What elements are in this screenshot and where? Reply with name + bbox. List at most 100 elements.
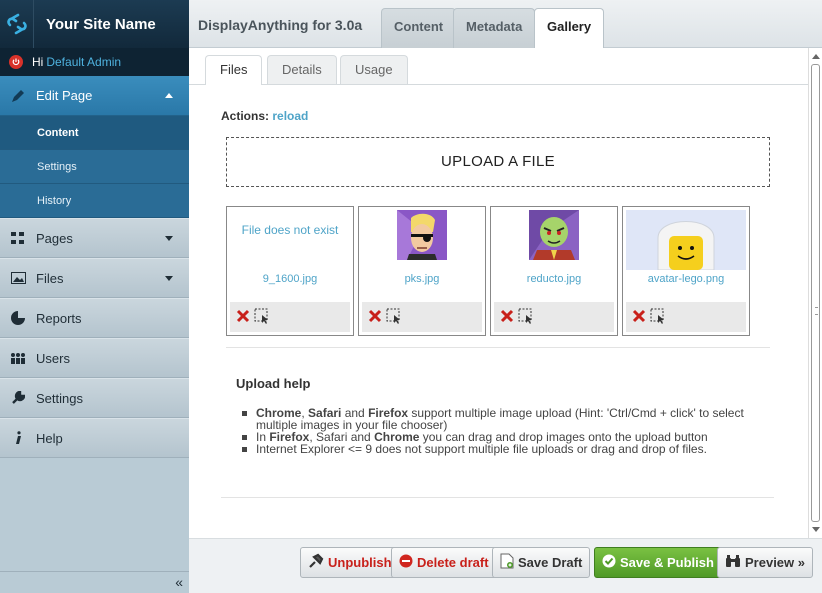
unpublish-icon <box>308 553 324 572</box>
site-name[interactable]: Your Site Name <box>34 16 156 33</box>
sidebar-item-reports[interactable]: Reports <box>0 298 189 338</box>
sidebar-item-users[interactable]: Users <box>0 338 189 378</box>
sidebar-item-label: Help <box>36 430 63 446</box>
sidebar-item-pages[interactable]: Pages <box>0 218 189 258</box>
file-name-link[interactable]: reducto.jpg <box>491 273 617 285</box>
info-icon <box>10 431 26 445</box>
help-text: Internet Explorer <= 9 does not support … <box>256 442 707 456</box>
scroll-grip <box>815 307 818 315</box>
minus-circle-icon <box>399 554 413 571</box>
pencil-icon <box>10 88 26 104</box>
scroll-up-icon[interactable] <box>812 54 820 59</box>
sidebar-subitem-history[interactable]: History <box>0 184 189 218</box>
file-card: pks.jpg <box>358 206 486 336</box>
binoculars-icon <box>725 554 741 571</box>
sidebar-item-files[interactable]: Files <box>0 258 189 298</box>
subtab-divider <box>189 84 808 85</box>
content-panel: Files Details Usage Actions: reload UPLO… <box>189 48 808 538</box>
logout-icon[interactable] <box>9 55 23 69</box>
sidebar-subitem-content[interactable]: Content <box>0 116 189 150</box>
document-add-icon <box>500 553 514 572</box>
users-icon <box>10 352 26 364</box>
thumbnail-pks[interactable] <box>362 210 482 270</box>
select-icon[interactable] <box>386 308 402 327</box>
sidebar-item-label: Reports <box>36 310 82 326</box>
file-name-link[interactable]: 9_1600.jpg <box>227 273 353 285</box>
button-label: Save & Publish <box>620 555 714 570</box>
sidebar-item-label: Files <box>36 270 64 286</box>
subtab-usage[interactable]: Usage <box>340 55 408 84</box>
file-toolbar <box>494 302 614 332</box>
user-profile-link[interactable]: Default Admin <box>46 55 121 69</box>
subtab-details[interactable]: Details <box>267 55 337 84</box>
sidebar-item-label: Users <box>36 350 70 366</box>
save-publish-button[interactable]: Save & Publish <box>594 547 722 578</box>
chevron-down-icon <box>165 235 173 241</box>
wrench-icon <box>10 391 26 405</box>
collapse-sidebar-button[interactable]: « <box>0 571 189 593</box>
section-divider <box>221 497 774 498</box>
upload-help-title: Upload help <box>236 376 311 391</box>
chevron-down-icon <box>165 275 173 281</box>
vertical-scrollbar[interactable] <box>808 48 822 538</box>
file-card: File does not exist 9_1600.jpg <box>226 206 354 336</box>
sidebar-item-label: Edit Page <box>36 88 93 103</box>
file-name-link[interactable]: avatar-lego.png <box>623 273 749 285</box>
sidebar-subitem-label: Settings <box>37 160 77 173</box>
delete-icon[interactable] <box>368 309 382 326</box>
help-item: Chrome, Safari and Firefox support multi… <box>242 407 762 431</box>
sidebar-item-label: Settings <box>36 390 83 406</box>
logo-icon[interactable] <box>0 0 34 48</box>
sidebar: Your Site Name Hi Default Admin Edit Pag… <box>0 0 189 593</box>
thumbnail-avatar-lego[interactable] <box>626 210 746 271</box>
delete-draft-button[interactable]: Delete draft <box>391 547 497 578</box>
sidebar-item-help[interactable]: Help <box>0 418 189 458</box>
pie-chart-icon <box>10 311 26 325</box>
actions-label: Actions: <box>221 109 269 123</box>
action-bar: Unpublish Delete draft Save Draft Save &… <box>189 538 822 593</box>
sidebar-subitem-label: Content <box>37 126 79 139</box>
sidebar-item-settings[interactable]: Settings <box>0 378 189 418</box>
delete-icon[interactable] <box>632 309 646 326</box>
button-label: Save Draft <box>518 555 583 570</box>
thumbnail-reducto[interactable] <box>494 210 614 270</box>
sidebar-item-edit-page[interactable]: Edit Page <box>0 76 189 116</box>
unpublish-button[interactable]: Unpublish <box>300 547 400 578</box>
delete-icon[interactable] <box>500 309 514 326</box>
save-draft-button[interactable]: Save Draft <box>492 547 591 578</box>
button-label: Delete draft <box>417 555 489 570</box>
select-icon[interactable] <box>254 308 270 327</box>
subtab-files[interactable]: Files <box>205 55 263 85</box>
button-label: Unpublish <box>328 555 392 570</box>
chevron-up-icon <box>165 93 173 98</box>
button-label: Preview » <box>745 555 805 570</box>
file-name-link[interactable]: pks.jpg <box>359 273 485 285</box>
upload-help-list: Chrome, Safari and Firefox support multi… <box>242 407 762 455</box>
user-bar: Hi Default Admin <box>0 48 189 76</box>
sidebar-subitem-settings[interactable]: Settings <box>0 150 189 184</box>
file-toolbar <box>230 302 350 332</box>
scroll-down-icon[interactable] <box>812 527 820 532</box>
sitemap-icon <box>10 231 26 245</box>
reload-link[interactable]: reload <box>272 109 308 123</box>
preview-button[interactable]: Preview » <box>717 547 813 578</box>
file-toolbar <box>362 302 482 332</box>
greeting: Hi <box>32 55 44 69</box>
scroll-thumb[interactable] <box>811 64 820 522</box>
tab-content[interactable]: Content <box>381 8 457 48</box>
help-item: Internet Explorer <= 9 does not support … <box>242 443 762 455</box>
select-icon[interactable] <box>650 308 666 327</box>
tab-metadata[interactable]: Metadata <box>453 8 536 48</box>
page-title: DisplayAnything for 3.0a <box>198 17 363 33</box>
tab-gallery[interactable]: Gallery <box>534 8 605 49</box>
image-icon <box>10 272 26 284</box>
upload-file-button[interactable]: UPLOAD A FILE <box>226 137 770 187</box>
delete-icon[interactable] <box>236 309 250 326</box>
brand-bar: Your Site Name <box>0 0 189 48</box>
file-card: avatar-lego.png <box>622 206 750 336</box>
sidebar-item-label: Pages <box>36 230 73 246</box>
top-bar: DisplayAnything for 3.0a Content Metadat… <box>189 0 822 49</box>
file-missing-message: File does not exist <box>241 223 339 237</box>
select-icon[interactable] <box>518 308 534 327</box>
check-circle-icon <box>602 554 616 571</box>
